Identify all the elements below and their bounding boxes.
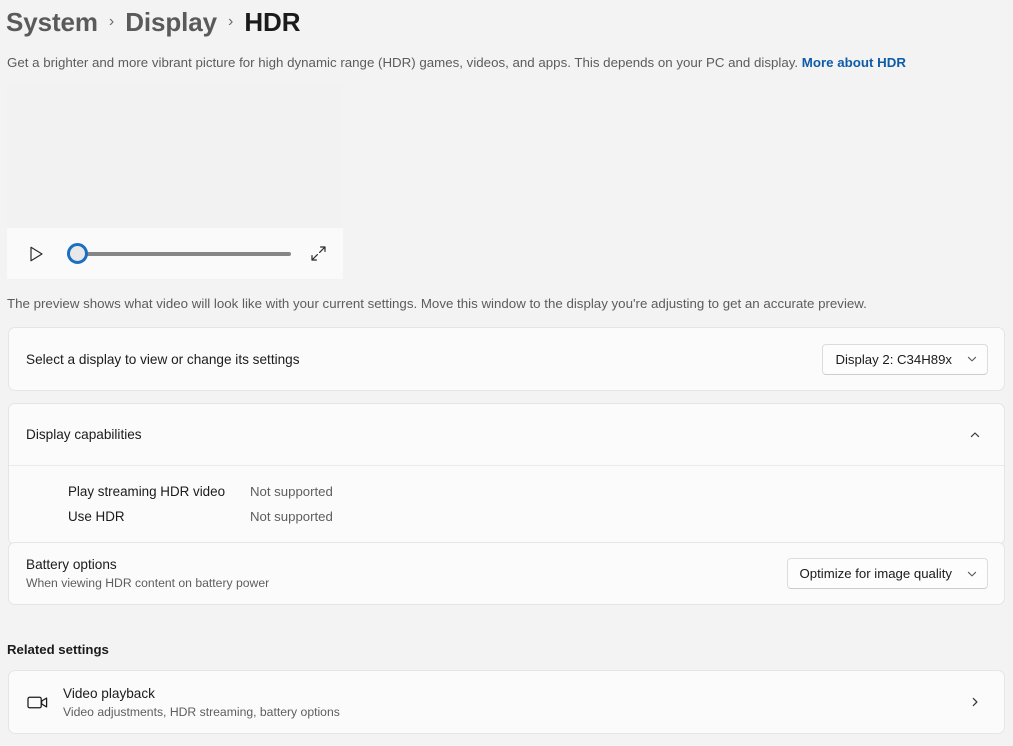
play-triangle-icon[interactable] bbox=[25, 243, 47, 265]
battery-options-text: Battery options When viewing HDR content… bbox=[26, 555, 787, 592]
breadcrumb-separator-icon: › bbox=[108, 13, 115, 30]
display-capabilities-card: Display capabilities Play streaming HDR … bbox=[8, 403, 1005, 545]
slider-thumb[interactable] bbox=[67, 243, 88, 264]
capability-value: Not supported bbox=[250, 509, 333, 524]
video-progress-slider[interactable] bbox=[67, 243, 291, 265]
video-camera-icon bbox=[27, 694, 63, 711]
chevron-right-icon[interactable] bbox=[962, 689, 988, 715]
page-description: Get a brighter and more vibrant picture … bbox=[0, 54, 1013, 72]
capability-value: Not supported bbox=[250, 484, 333, 499]
breadcrumb-item-hdr: HDR bbox=[244, 7, 301, 37]
slider-track bbox=[67, 251, 291, 256]
battery-options-value: Optimize for image quality bbox=[799, 566, 952, 581]
video-player-controls bbox=[7, 228, 343, 279]
display-select-dropdown[interactable]: Display 2: C34H89x bbox=[822, 343, 988, 375]
related-settings-heading: Related settings bbox=[7, 642, 109, 657]
related-item-title: Video playback bbox=[63, 685, 155, 701]
hdr-settings-page: System › Display › HDR Get a brighter an… bbox=[0, 0, 1013, 746]
select-display-label: Select a display to view or change its s… bbox=[26, 351, 300, 367]
breadcrumb-separator-icon: › bbox=[228, 13, 234, 30]
display-capabilities-title: Display capabilities bbox=[26, 427, 142, 442]
fullscreen-expand-icon[interactable] bbox=[307, 243, 329, 265]
related-item-subtitle: Video adjustments, HDR streaming, batter… bbox=[63, 704, 340, 719]
display-select-value: Display 2: C34H89x bbox=[835, 351, 952, 367]
battery-options-row: Battery options When viewing HDR content… bbox=[9, 543, 1004, 604]
breadcrumb-item-system[interactable]: System bbox=[6, 9, 98, 35]
chevron-down-icon bbox=[966, 568, 978, 580]
battery-options-title: Battery options bbox=[26, 557, 117, 572]
capability-row: Play streaming HDR video Not supported bbox=[26, 479, 988, 504]
breadcrumb-item-display[interactable]: Display bbox=[125, 9, 217, 35]
breadcrumb: System › Display › HDR bbox=[0, 0, 1013, 44]
battery-options-subtitle: When viewing HDR content on battery powe… bbox=[26, 576, 270, 590]
related-settings-card: Video playback Video adjustments, HDR st… bbox=[8, 670, 1005, 734]
battery-options-card: Battery options When viewing HDR content… bbox=[8, 542, 1005, 605]
select-display-row: Select a display to view or change its s… bbox=[9, 328, 1004, 390]
chevron-up-icon[interactable] bbox=[962, 422, 988, 448]
battery-options-dropdown[interactable]: Optimize for image quality bbox=[786, 558, 988, 589]
related-item-video-playback[interactable]: Video playback Video adjustments, HDR st… bbox=[9, 671, 1004, 733]
capability-label: Play streaming HDR video bbox=[68, 484, 226, 499]
select-display-label-wrap: Select a display to view or change its s… bbox=[26, 350, 822, 369]
more-about-hdr-link[interactable]: More about HDR bbox=[802, 55, 906, 70]
capability-label: Use HDR bbox=[68, 509, 125, 524]
select-display-card: Select a display to view or change its s… bbox=[8, 327, 1005, 391]
display-capabilities-body: Play streaming HDR video Not supported U… bbox=[9, 465, 1004, 544]
capability-row: Use HDR Not supported bbox=[26, 504, 988, 529]
chevron-down-icon bbox=[966, 353, 978, 365]
display-capabilities-title-wrap: Display capabilities bbox=[26, 425, 962, 444]
display-capabilities-expander[interactable]: Display capabilities bbox=[9, 404, 1004, 465]
page-description-text: Get a brighter and more vibrant picture … bbox=[7, 55, 802, 70]
related-item-text: Video playback Video adjustments, HDR st… bbox=[63, 684, 962, 721]
preview-caption: The preview shows what video will look l… bbox=[7, 296, 867, 311]
